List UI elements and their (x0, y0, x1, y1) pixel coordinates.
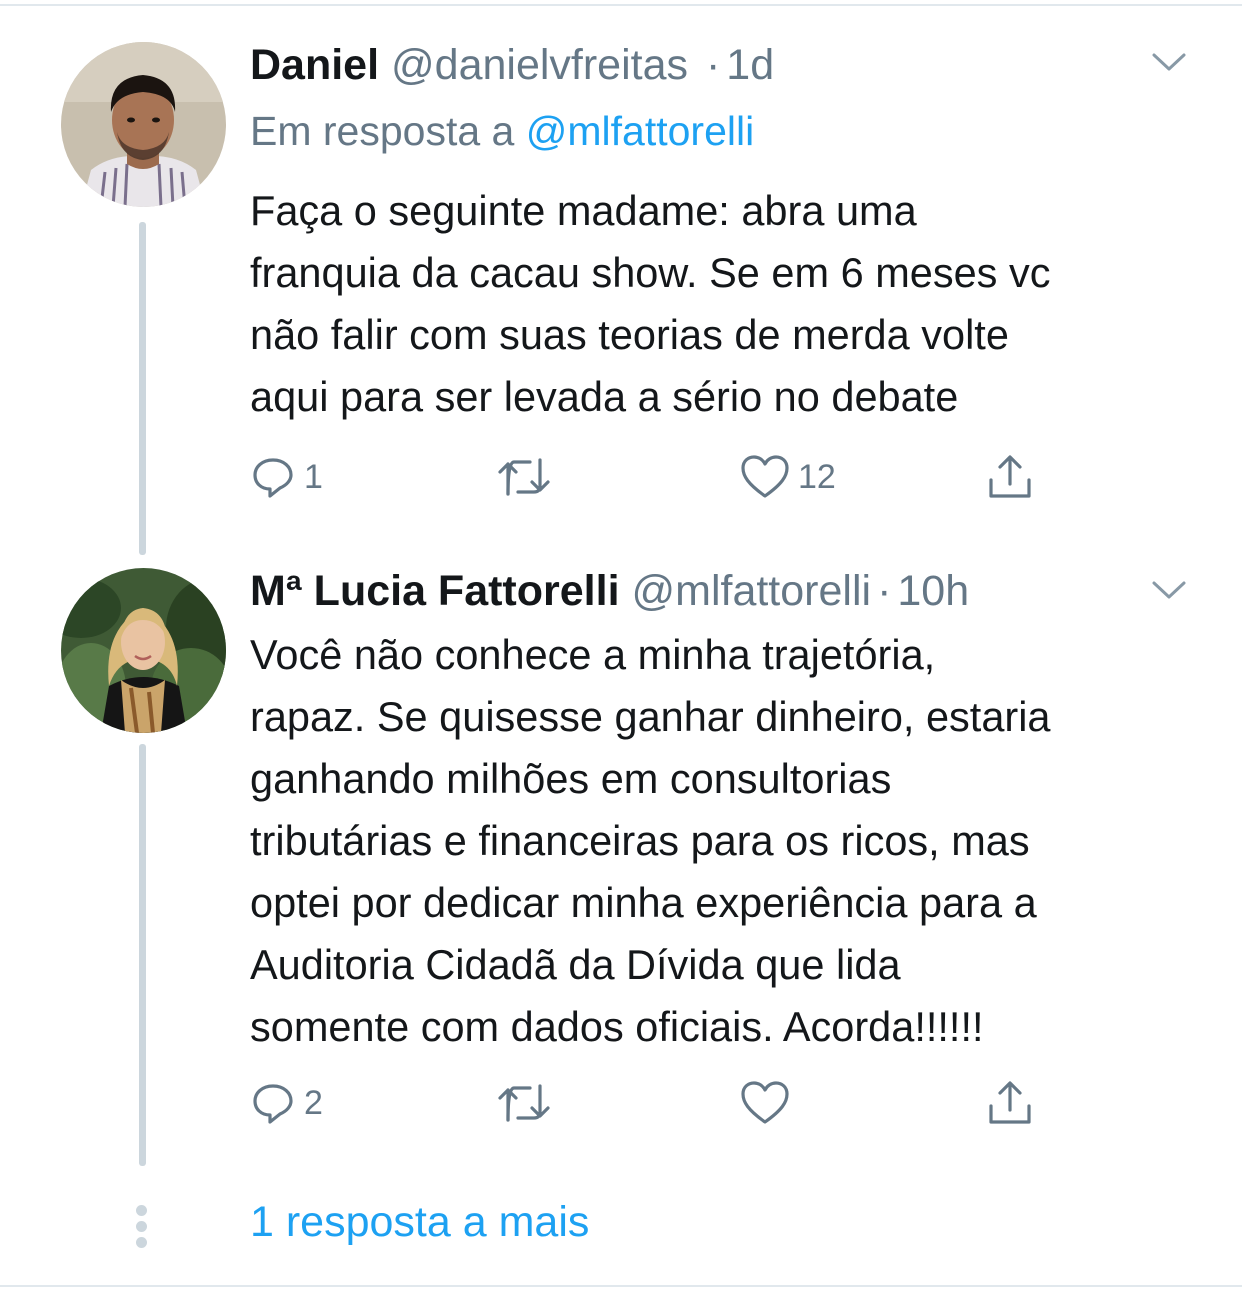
like-count: 12 (798, 457, 836, 496)
share-icon (989, 455, 1031, 498)
tweet-text-line: optei por dedicar minha experiência para… (250, 879, 1037, 926)
chevron-down-icon (1152, 581, 1186, 599)
bottom-divider (0, 1285, 1242, 1287)
reply-context: Em resposta a @mlfattorelli (250, 108, 754, 155)
timestamp[interactable]: 10h (897, 567, 969, 615)
tweet-text-line: Auditoria Cidadã da Dívida que lida (250, 941, 901, 988)
avatar[interactable] (61, 42, 226, 207)
tweet-text-line: rapaz. Se quisesse ganhar dinheiro, esta… (250, 693, 1051, 740)
like-button[interactable]: 12 (740, 452, 836, 502)
author-handle[interactable]: @mlfattorelli (631, 567, 871, 615)
tweet-thread: Daniel @danielvfreitas · 1d Em resposta a… (0, 0, 1242, 1291)
thread-line (139, 222, 146, 555)
tweet-text-line: tributárias e financeiras para os ricos,… (250, 817, 1030, 864)
retweet-button[interactable] (496, 452, 560, 502)
chevron-down-icon (1152, 53, 1186, 71)
avatar[interactable] (61, 568, 226, 733)
reply-icon (253, 1084, 293, 1124)
tweet-menu-button[interactable] (1150, 50, 1188, 79)
tweet-text-line: Faça o seguinte madame: abra uma (250, 187, 917, 234)
timestamp[interactable]: 1d (726, 41, 774, 89)
tweet-header: Mª Lucia Fattorelli @mlfattorelli · 10h (250, 566, 969, 616)
reply-button[interactable]: 2 (250, 1078, 323, 1128)
separator: · (705, 41, 721, 89)
reply-count: 2 (304, 1083, 323, 1122)
share-button[interactable] (985, 452, 1035, 502)
share-icon (989, 1081, 1031, 1124)
like-icon (741, 455, 789, 498)
tweet-actions: 2 (250, 1078, 1050, 1128)
tweet-menu-button[interactable] (1150, 578, 1188, 607)
author-name[interactable]: Daniel (250, 41, 379, 89)
tweet-actions: 1 12 (250, 452, 1050, 502)
tweet-text-line: aqui para ser levada a sério no debate (250, 373, 959, 420)
reply-button[interactable]: 1 (250, 452, 323, 502)
tweet-text: Faça o seguinte madame: abra uma franqui… (250, 180, 1200, 428)
tweet-header: Daniel @danielvfreitas · 1d (250, 40, 774, 90)
thread-line (139, 744, 146, 1166)
reply-count: 1 (304, 457, 323, 496)
tweet-text-line: ganhando milhões em consultorias (250, 755, 892, 802)
tweet-text-line: não falir com suas teorias de merda volt… (250, 311, 1009, 358)
retweet-icon (498, 1084, 550, 1122)
separator: · (877, 567, 892, 615)
author-handle[interactable]: @danielvfreitas (391, 41, 688, 89)
author-name[interactable]: Mª Lucia Fattorelli (250, 567, 620, 615)
more-replies-dots-icon (136, 1205, 148, 1253)
tweet-text: Você não conhece a minha trajetória, rap… (250, 624, 1200, 1058)
reply-prefix: Em resposta a (250, 108, 515, 154)
share-button[interactable] (985, 1078, 1035, 1128)
like-icon (741, 1081, 789, 1124)
retweet-icon (498, 458, 550, 496)
reply-icon (253, 458, 293, 498)
more-replies-link[interactable]: 1 resposta a mais (250, 1198, 589, 1247)
top-divider (0, 4, 1242, 6)
tweet-text-line: franquia da cacau show. Se em 6 meses vc (250, 249, 1051, 296)
retweet-button[interactable] (496, 1078, 560, 1128)
tweet-text-line: Você não conhece a minha trajetória, (250, 631, 936, 678)
tweet-text-line: somente com dados oficiais. Acorda!!!!!! (250, 1003, 984, 1050)
reply-to-handle-link[interactable]: @mlfattorelli (526, 108, 754, 154)
like-button[interactable] (740, 1078, 798, 1128)
